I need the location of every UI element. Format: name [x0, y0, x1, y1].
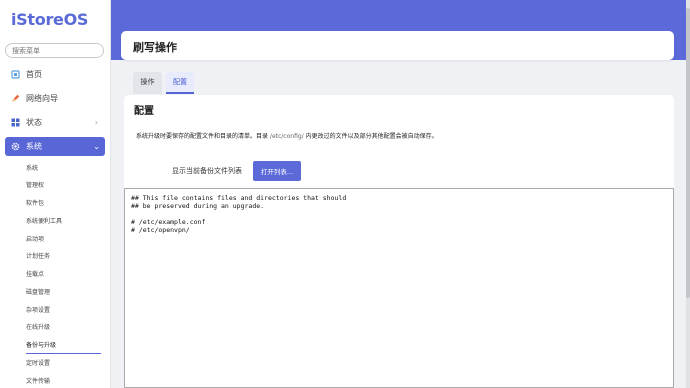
config-file-editor[interactable]: ## This file contains files and director… [124, 188, 674, 388]
submenu-item-system[interactable]: 系统 [26, 164, 38, 174]
submenu-item-system-tools[interactable]: 系统便利工具 [26, 217, 62, 227]
submenu-item-admin[interactable]: 管理权 [26, 181, 44, 191]
sidebar-item-network-wizard[interactable]: 网络向导 [0, 88, 110, 108]
sidebar-item-label: 状态 [26, 117, 42, 127]
active-submenu-indicator [26, 353, 101, 354]
sidebar-item-system[interactable]: 系统 ⌄ [5, 137, 105, 156]
tab-operations[interactable]: 操作 [133, 72, 162, 94]
section-title: 配置 [134, 106, 154, 117]
istoreos-logo[interactable]: iStoreOS [11, 10, 88, 29]
sidebar: iStoreOS 首页 网络向导 状态 › 系统 ⌄ 系统 管理权 软件包 系统… [0, 0, 111, 388]
sidebar-item-label: 系统 [26, 142, 42, 151]
rocket-icon [11, 94, 20, 103]
submenu-item-packages[interactable]: 软件包 [26, 199, 44, 209]
submenu-item-online-upgrade[interactable]: 在线升级 [26, 323, 50, 333]
home-icon [11, 69, 20, 79]
submenu-item-mount-points[interactable]: 挂载点 [26, 270, 44, 280]
page-scrollbar[interactable] [686, 0, 690, 388]
submenu-item-scheduled-tasks[interactable]: 计划任务 [26, 252, 50, 262]
submenu-item-backup-upgrade[interactable]: 备份与升级 [26, 341, 56, 351]
menu-search-input[interactable] [5, 43, 104, 58]
tab-configuration[interactable]: 配置 [166, 72, 194, 94]
description-text-post: 内更改过的文件以及部分其他配置会被自动保存。 [303, 133, 438, 140]
config-description: 系统升级时要保存的配置文件和目录的清单。目录 /etc/config/ 内更改过… [136, 131, 438, 140]
sidebar-item-home[interactable]: 首页 [0, 64, 110, 84]
page-title-card: 刷写操作 [121, 31, 674, 60]
description-path: /etc/config/ [269, 133, 304, 140]
submenu-item-file-transfer[interactable]: 文件传输 [26, 377, 50, 387]
sidebar-item-label: 网络向导 [26, 93, 58, 103]
config-panel: 配置 系统升级时要保存的配置文件和目录的清单。目录 /etc/config/ 内… [124, 95, 674, 388]
sidebar-item-status[interactable]: 状态 › [0, 112, 110, 132]
description-text-pre: 系统升级时要保存的配置文件和目录的清单。目录 [136, 133, 270, 140]
chevron-down-icon: ⌄ [93, 142, 100, 151]
chevron-right-icon: › [94, 117, 98, 127]
open-list-button[interactable]: 打开列表... [253, 161, 301, 181]
backup-list-label: 显示当前备份文件列表 [172, 167, 242, 175]
submenu-item-startup[interactable]: 启动项 [26, 235, 44, 245]
gear-icon [11, 142, 20, 151]
submenu-item-misc-settings[interactable]: 杂项设置 [26, 306, 50, 316]
page-title: 刷写操作 [133, 41, 177, 54]
grid-icon [11, 118, 20, 127]
submenu-item-scheduled-settings[interactable]: 定时设置 [26, 359, 50, 369]
sidebar-item-label: 首页 [26, 69, 42, 79]
scrollbar-thumb[interactable] [686, 8, 690, 298]
submenu-item-disk-management[interactable]: 磁盘管理 [26, 288, 50, 298]
